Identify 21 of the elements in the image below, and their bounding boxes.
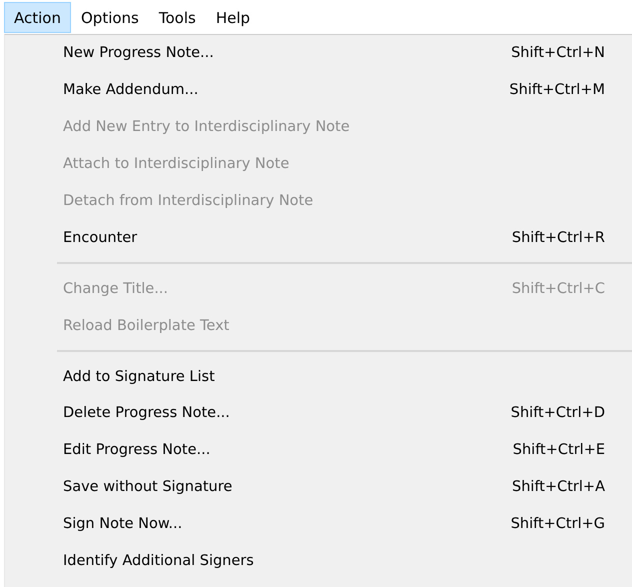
menu-item[interactable]: Identify Additional Signers	[63, 553, 254, 570]
menu-item[interactable]: Edit Progress Note...	[63, 442, 210, 458]
shortcut-label: Shift+Ctrl+A	[512, 479, 605, 496]
shortcut-label: Shift+Ctrl+E	[512, 442, 605, 458]
menu-bar-item[interactable]: Tools	[148, 2, 206, 33]
menu-item[interactable]: Save without Signature	[63, 479, 232, 496]
menu-item[interactable]: Delete Progress Note...	[63, 405, 230, 422]
shortcut-label: Shift+Ctrl+R	[512, 230, 605, 246]
menu-item[interactable]: Make Addendum...	[63, 82, 198, 98]
menu-bar-item[interactable]: Options	[70, 2, 149, 33]
menu-item[interactable]: New Progress Note...	[63, 45, 214, 62]
menu-item[interactable]: Sign Note Now...	[63, 516, 182, 532]
shortcut-label: Shift+Ctrl+M	[509, 82, 605, 98]
menu-bar-item[interactable]: Help	[206, 2, 260, 33]
shortcut-label: Shift+Ctrl+C	[512, 280, 605, 297]
shortcut-label: Shift+Ctrl+N	[511, 45, 605, 62]
menu-item[interactable]: Encounter	[63, 230, 138, 246]
shortcut-label: Shift+Ctrl+G	[510, 516, 605, 532]
menu-item[interactable]: Add to Signature List	[63, 368, 215, 385]
shortcut-label: Shift+Ctrl+D	[510, 405, 605, 422]
menu-bar-item[interactable]: Action	[4, 2, 71, 33]
